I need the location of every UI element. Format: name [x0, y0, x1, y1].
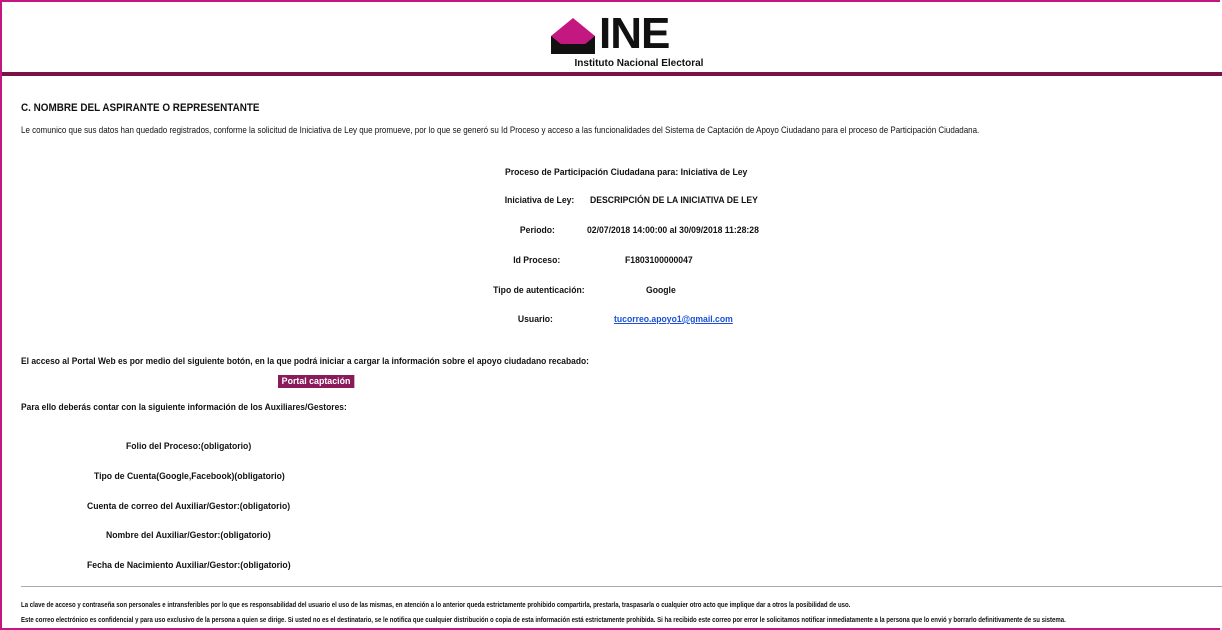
- requirement-item: Tipo de Cuenta(Google,Facebook)(obligato…: [94, 471, 285, 482]
- requirement-item: Cuenta de correo del Auxiliar/Gestor:(ob…: [87, 501, 291, 512]
- access-text: El acceso al Portal Web es por medio del…: [21, 356, 589, 367]
- user-value: tucorreo.apoyo1@gmail.com: [614, 314, 733, 325]
- requirement-item: Fecha de Nacimiento Auxiliar/Gestor:(obl…: [87, 560, 291, 571]
- iniciativa-label: Iniciativa de Ley:: [504, 195, 574, 206]
- id-proceso-value: F1803100000047: [625, 255, 693, 266]
- header: INE Instituto Nacional Electoral: [0, 0, 1222, 74]
- portal-captacion-button[interactable]: Portal captación: [278, 375, 355, 388]
- ine-logo: INE Instituto Nacional Electoral: [549, 9, 729, 70]
- footer-disclaimer-2: Este correo electrónico es confidencial …: [21, 615, 1066, 624]
- footer-disclaimer-1: La clave de acceso y contraseña son pers…: [21, 600, 851, 609]
- periodo-value: 02/07/2018 14:00:00 al 30/09/2018 11:28:…: [587, 225, 759, 236]
- requirement-item: Folio del Proceso:(obligatorio): [126, 441, 252, 452]
- section-title: C. NOMBRE DEL ASPIRANTE O REPRESENTANTE: [21, 102, 260, 114]
- info-intro: Para ello deberás contar con la siguient…: [21, 402, 347, 413]
- ine-diamond-icon: [551, 18, 595, 54]
- user-email-link[interactable]: tucorreo.apoyo1@gmail.com: [614, 314, 733, 325]
- intro-paragraph: Le comunico que sus datos han quedado re…: [21, 125, 980, 135]
- logo-subtitle: Instituto Nacional Electoral: [574, 58, 704, 69]
- footer-divider: [21, 586, 1222, 587]
- header-band: [2, 72, 1222, 76]
- requirement-item: Nombre del Auxiliar/Gestor:(obligatorio): [106, 530, 271, 541]
- user-label: Usuario:: [517, 314, 553, 325]
- id-proceso-label: Id Proceso:: [512, 255, 560, 266]
- auth-type-value: Google: [646, 285, 676, 296]
- logo-wordmark: INE: [599, 9, 670, 58]
- auth-type-label: Tipo de autenticación:: [493, 285, 585, 296]
- iniciativa-value: DESCRIPCIÓN DE LA INICIATIVA DE LEY: [590, 195, 758, 206]
- periodo-label: Periodo:: [519, 225, 555, 236]
- process-heading: Proceso de Participación Ciudadana para:…: [505, 167, 748, 178]
